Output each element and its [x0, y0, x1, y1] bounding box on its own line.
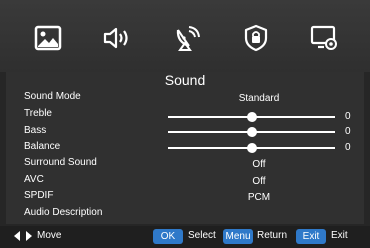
satellite-icon [176, 26, 200, 51]
tab-setup[interactable] [304, 18, 344, 58]
row-spdif-value[interactable]: PCM [200, 192, 318, 204]
footer-exit-label: Exit [331, 230, 348, 241]
row-surround-value[interactable]: Off [200, 159, 318, 171]
tab-lock[interactable] [236, 18, 276, 58]
lock-icon [244, 24, 268, 52]
tab-channel[interactable] [167, 18, 207, 58]
tab-sound[interactable] [97, 18, 137, 58]
row-sound-mode-value[interactable]: Standard [200, 93, 318, 105]
balance-value: 0 [345, 142, 351, 153]
balance-slider[interactable] [168, 143, 335, 153]
exit-key[interactable]: Exit [296, 229, 326, 244]
bass-value: 0 [345, 126, 351, 137]
row-spdif-label[interactable]: SPDIF [24, 190, 53, 202]
bass-slider[interactable] [168, 127, 335, 137]
row-sound-mode-label[interactable]: Sound Mode [24, 91, 81, 103]
picture-icon [34, 25, 62, 51]
treble-value: 0 [345, 111, 351, 122]
footer-move-label: Move [37, 230, 62, 241]
row-bass-label[interactable]: Bass [24, 125, 46, 137]
row-avc-value[interactable]: Off [200, 176, 318, 188]
footer-return-label: Return [257, 230, 288, 241]
row-avc-label[interactable]: AVC [24, 174, 44, 186]
menu-title: Sound [164, 72, 206, 88]
slider-knob[interactable] [246, 127, 257, 137]
row-surround-label[interactable]: Surround Sound [24, 157, 97, 169]
menu-key[interactable]: Menu [223, 229, 253, 244]
row-audio-description-label[interactable]: Audio Description [24, 207, 102, 219]
menu-category-bar [0, 0, 370, 72]
ok-key[interactable]: OK [153, 229, 183, 244]
footer-select-label: Select [188, 230, 216, 241]
speaker-icon [103, 27, 128, 49]
slider-knob[interactable] [246, 112, 257, 122]
tab-picture[interactable] [28, 18, 68, 58]
tv-menu-screen: Sound Sound Mode Standard Treble 0 Bass … [0, 0, 370, 248]
row-balance-label[interactable]: Balance [24, 141, 60, 153]
settings-icon [310, 25, 337, 50]
treble-slider[interactable] [168, 112, 335, 122]
slider-knob[interactable] [246, 143, 257, 153]
left-right-arrows-icon [14, 231, 32, 241]
row-treble-label[interactable]: Treble [24, 108, 52, 120]
